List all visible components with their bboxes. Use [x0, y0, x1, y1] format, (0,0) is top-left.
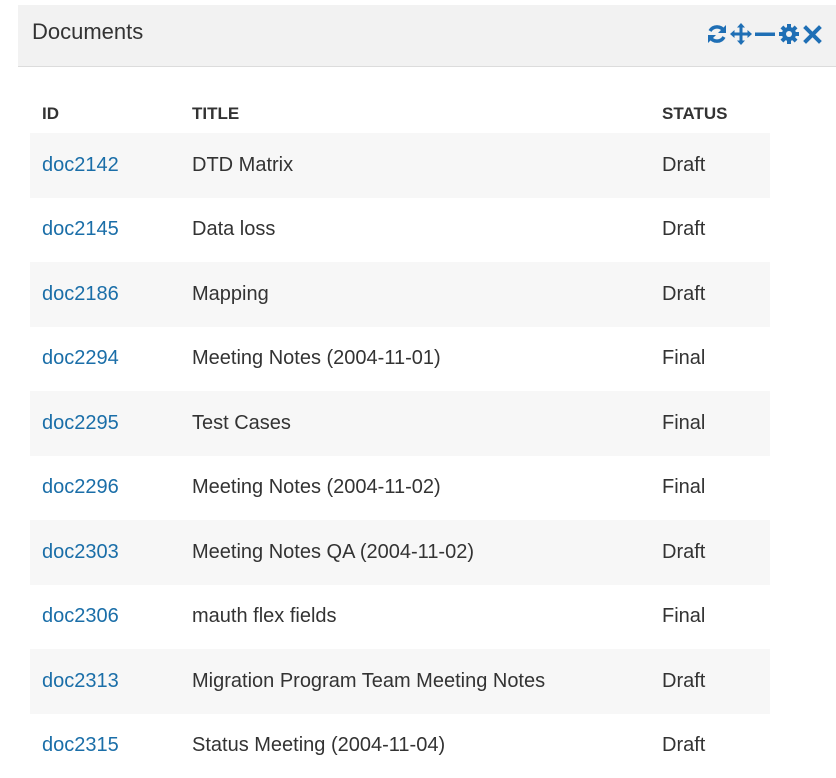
- column-header-title[interactable]: TITLE: [180, 95, 650, 133]
- doc-id-link[interactable]: doc2295: [42, 412, 119, 434]
- doc-status: Final: [650, 391, 770, 456]
- doc-status: Final: [650, 585, 770, 650]
- doc-id-link[interactable]: doc2306: [42, 605, 119, 627]
- doc-status: Draft: [650, 198, 770, 263]
- minimize-icon[interactable]: [754, 20, 776, 48]
- doc-title: Meeting Notes QA (2004-11-02): [180, 520, 650, 585]
- doc-status: Draft: [650, 262, 770, 327]
- doc-id-cell: doc2313: [30, 649, 180, 714]
- doc-status: Draft: [650, 649, 770, 714]
- doc-id-cell: doc2294: [30, 327, 180, 392]
- doc-id-cell: doc2303: [30, 520, 180, 585]
- table-row: doc2186 Mapping Draft: [30, 262, 770, 327]
- table-row: doc2294 Meeting Notes (2004-11-01) Final: [30, 327, 770, 392]
- doc-title: Mapping: [180, 262, 650, 327]
- doc-title: Test Cases: [180, 391, 650, 456]
- doc-status: Draft: [650, 520, 770, 585]
- doc-id-cell: doc2306: [30, 585, 180, 650]
- table-row: doc2306 mauth flex fields Final: [30, 585, 770, 650]
- table-header-row: ID TITLE STATUS: [30, 95, 770, 133]
- table-row: doc2303 Meeting Notes QA (2004-11-02) Dr…: [30, 520, 770, 585]
- documents-widget: Documents: [18, 5, 836, 763]
- documents-table: ID TITLE STATUS doc2142 DTD Matrix Draft…: [30, 95, 770, 778]
- doc-status: Final: [650, 456, 770, 521]
- doc-title: Meeting Notes (2004-11-02): [180, 456, 650, 521]
- doc-id-link[interactable]: doc2296: [42, 476, 119, 498]
- gear-icon[interactable]: [778, 20, 800, 48]
- doc-id-cell: doc2142: [30, 133, 180, 198]
- table-row: doc2142 DTD Matrix Draft: [30, 133, 770, 198]
- doc-status: Draft: [650, 133, 770, 198]
- doc-title: DTD Matrix: [180, 133, 650, 198]
- doc-id-link[interactable]: doc2315: [42, 734, 119, 756]
- widget-header: Documents: [18, 5, 836, 67]
- doc-id-link[interactable]: doc2142: [42, 154, 119, 176]
- doc-title: Meeting Notes (2004-11-01): [180, 327, 650, 392]
- doc-title: Migration Program Team Meeting Notes: [180, 649, 650, 714]
- doc-id-link[interactable]: doc2294: [42, 347, 119, 369]
- column-header-status[interactable]: STATUS: [650, 95, 770, 133]
- table-row: doc2315 Status Meeting (2004-11-04) Draf…: [30, 714, 770, 778]
- widget-toolbar: [706, 19, 824, 49]
- doc-title: Status Meeting (2004-11-04): [180, 714, 650, 778]
- refresh-icon[interactable]: [706, 20, 728, 48]
- table-row: doc2145 Data loss Draft: [30, 198, 770, 263]
- doc-id-link[interactable]: doc2145: [42, 218, 119, 240]
- table-row: doc2296 Meeting Notes (2004-11-02) Final: [30, 456, 770, 521]
- table-row: doc2313 Migration Program Team Meeting N…: [30, 649, 770, 714]
- doc-id-cell: doc2145: [30, 198, 180, 263]
- doc-status: Final: [650, 327, 770, 392]
- doc-id-cell: doc2295: [30, 391, 180, 456]
- doc-id-cell: doc2315: [30, 714, 180, 778]
- doc-title: Data loss: [180, 198, 650, 263]
- doc-id-link[interactable]: doc2186: [42, 283, 119, 305]
- column-header-id[interactable]: ID: [30, 95, 180, 133]
- widget-title: Documents: [32, 19, 143, 45]
- move-icon[interactable]: [730, 20, 752, 48]
- doc-id-cell: doc2186: [30, 262, 180, 327]
- doc-title: mauth flex fields: [180, 585, 650, 650]
- doc-id-cell: doc2296: [30, 456, 180, 521]
- doc-id-link[interactable]: doc2313: [42, 670, 119, 692]
- close-icon[interactable]: [802, 20, 824, 48]
- table-row: doc2295 Test Cases Final: [30, 391, 770, 456]
- doc-status: Draft: [650, 714, 770, 778]
- doc-id-link[interactable]: doc2303: [42, 541, 119, 563]
